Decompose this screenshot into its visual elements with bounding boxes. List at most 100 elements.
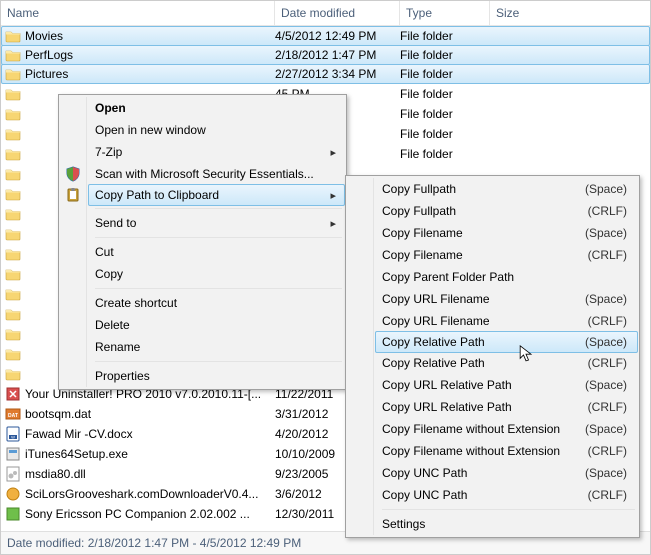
exe2-icon	[5, 486, 21, 502]
folder-icon	[5, 126, 21, 142]
submenu-suffix: (Space)	[585, 292, 627, 306]
file-row[interactable]: Pictures 2/27/2012 3:34 PMFile folder	[1, 64, 650, 84]
submenu-label: Copy URL Relative Path	[382, 400, 512, 414]
submenu-suffix: (CRLF)	[588, 204, 627, 218]
folder-icon	[5, 186, 21, 202]
folder-icon	[5, 306, 21, 322]
folder-icon	[5, 366, 21, 382]
folder-icon	[5, 146, 21, 162]
column-name[interactable]: Name	[1, 1, 275, 25]
submenu-item[interactable]: Copy Filename(CRLF)	[376, 244, 637, 266]
submenu-item[interactable]: Copy UNC Path (CRLF)	[376, 484, 637, 506]
file-name: Sony Ericsson PC Companion 2.02.002 ...	[25, 507, 250, 521]
dll-icon	[5, 466, 21, 482]
submenu-suffix: (CRLF)	[588, 314, 627, 328]
file-name: PerfLogs	[25, 48, 73, 62]
folder-icon	[5, 206, 21, 222]
submenu-suffix: (Space)	[585, 226, 627, 240]
folder-icon	[5, 346, 21, 362]
file-type: File folder	[400, 48, 490, 62]
submenu-item[interactable]: Copy URL Relative Path (Space)	[376, 374, 637, 396]
submenu-suffix: (CRLF)	[588, 356, 627, 370]
submenu-label: Copy Relative Path	[382, 335, 485, 349]
submenu-label: Copy UNC Path	[382, 466, 467, 480]
clipboard-icon	[65, 187, 81, 203]
file-row[interactable]: PerfLogs 2/18/2012 1:47 PMFile folder	[1, 45, 650, 65]
ctx-copy-path[interactable]: Copy Path to Clipboard	[88, 184, 345, 206]
submenu-label: Copy Filename without Extension	[382, 444, 560, 458]
submenu-label: Copy Filename without Extension	[382, 422, 560, 436]
shield-icon	[65, 166, 81, 182]
file-type: File folder	[400, 67, 490, 81]
ctx-rename[interactable]: Rename	[89, 336, 344, 358]
context-menu: Open Open in new window 7-Zip Scan with …	[58, 94, 347, 390]
submenu-label: Copy URL Filename	[382, 292, 490, 306]
submenu-label: Copy Parent Folder Path	[382, 270, 514, 284]
submenu-suffix: (CRLF)	[588, 488, 627, 502]
ctx-open-new-window[interactable]: Open in new window	[89, 119, 344, 141]
column-size[interactable]: Size	[490, 1, 650, 25]
file-name: Pictures	[25, 67, 68, 81]
file-name: SciLorsGrooveshark.comDownloaderV0.4...	[25, 487, 258, 501]
ctx-copy[interactable]: Copy	[89, 263, 344, 285]
submenu-item[interactable]: Copy Filename without Extension(Space)	[376, 418, 637, 440]
file-date: 2/27/2012 3:34 PM	[275, 67, 400, 81]
ctx-7zip[interactable]: 7-Zip	[89, 141, 344, 163]
column-headers: Name Date modified Type Size	[1, 1, 650, 26]
submenu-suffix: (Space)	[585, 378, 627, 392]
ctx-properties[interactable]: Properties	[89, 365, 344, 387]
folder-icon	[5, 326, 21, 342]
folder-icon	[5, 106, 21, 122]
submenu-item[interactable]: Copy URL Filename (CRLF)	[376, 310, 637, 332]
ctx-scan[interactable]: Scan with Microsoft Security Essentials.…	[89, 163, 344, 185]
file-row[interactable]: Movies4/5/2012 12:49 PMFile folder	[1, 26, 650, 46]
ctx-open[interactable]: Open	[89, 97, 344, 119]
submenu-item[interactable]: Copy URL Relative Path (CRLF)	[376, 396, 637, 418]
submenu-item[interactable]: Copy UNC Path(Space)	[376, 462, 637, 484]
submenu-label: Copy URL Relative Path	[382, 378, 512, 392]
folder-icon	[5, 246, 21, 262]
submenu-suffix: (CRLF)	[588, 444, 627, 458]
exe3-icon	[5, 506, 21, 522]
column-date[interactable]: Date modified	[275, 1, 400, 25]
file-type: File folder	[400, 127, 490, 141]
submenu-item[interactable]: Copy Relative Path(CRLF)	[376, 352, 637, 374]
submenu-suffix: (CRLF)	[588, 400, 627, 414]
file-name: Movies	[25, 29, 63, 43]
submenu-label: Copy Filename	[382, 226, 463, 240]
file-name: msdia80.dll	[25, 467, 86, 481]
submenu-label: Copy URL Filename	[382, 314, 490, 328]
column-type[interactable]: Type	[400, 1, 490, 25]
submenu-item[interactable]: Copy Fullpath(Space)	[376, 178, 637, 200]
folder-icon	[5, 286, 21, 302]
submenu-item[interactable]: Copy Fullpath (CRLF)	[376, 200, 637, 222]
submenu-item[interactable]: Copy Relative Path(Space)	[375, 331, 638, 353]
dat-icon	[5, 406, 21, 422]
folder-icon	[5, 66, 21, 82]
file-date: 2/18/2012 1:47 PM	[275, 48, 400, 62]
submenu-label: Copy Fullpath	[382, 204, 456, 218]
submenu-settings[interactable]: Settings	[376, 513, 637, 535]
file-type: File folder	[400, 29, 490, 43]
uninst-icon	[5, 386, 21, 402]
docx-icon	[5, 426, 21, 442]
copy-path-submenu: Copy Fullpath(Space)Copy Fullpath(CRLF)C…	[345, 175, 640, 538]
file-name: iTunes64Setup.exe	[25, 447, 128, 461]
submenu-label: Copy UNC Path	[382, 488, 467, 502]
ctx-send-to[interactable]: Send to	[89, 212, 344, 234]
submenu-suffix: (Space)	[585, 182, 627, 196]
submenu-label: Settings	[382, 517, 425, 531]
folder-icon	[5, 47, 21, 63]
folder-icon	[5, 166, 21, 182]
submenu-label: Copy Filename	[382, 248, 463, 262]
submenu-item[interactable]: Copy Parent Folder Path	[376, 266, 637, 288]
folder-icon	[5, 28, 21, 44]
submenu-item[interactable]: Copy Filename (Space)	[376, 222, 637, 244]
ctx-cut[interactable]: Cut	[89, 241, 344, 263]
file-name: bootsqm.dat	[25, 407, 91, 421]
ctx-delete[interactable]: Delete	[89, 314, 344, 336]
submenu-item[interactable]: Copy Filename without Extension (CRLF)	[376, 440, 637, 462]
ctx-create-shortcut[interactable]: Create shortcut	[89, 292, 344, 314]
file-type: File folder	[400, 147, 490, 161]
submenu-item[interactable]: Copy URL Filename (Space)	[376, 288, 637, 310]
